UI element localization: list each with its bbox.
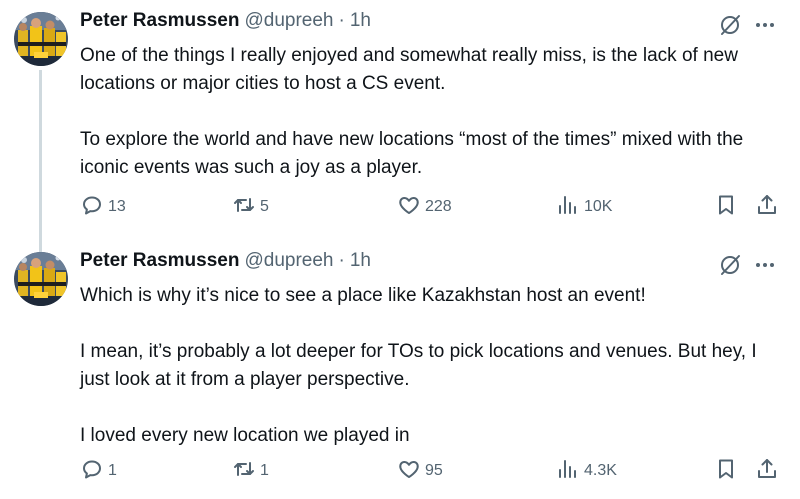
repost-count: 1	[260, 462, 269, 479]
share-icon	[755, 193, 779, 222]
bookmark-button[interactable]	[714, 456, 738, 486]
thread-line	[39, 70, 42, 252]
views-icon	[556, 193, 580, 222]
author-name[interactable]: Peter Rasmussen	[80, 250, 239, 272]
avatar[interactable]	[14, 252, 68, 306]
grok-icon[interactable]	[718, 253, 742, 277]
share-button[interactable]	[755, 456, 779, 486]
avatar[interactable]	[14, 12, 68, 66]
tweet-header: Peter Rasmussen @dupreeh · 1h	[80, 10, 371, 34]
repost-count: 5	[260, 198, 269, 215]
repost-button[interactable]: 1	[232, 456, 269, 486]
bookmark-icon	[714, 457, 738, 486]
like-count: 228	[425, 198, 452, 215]
view-count: 4.3K	[584, 462, 617, 479]
bookmark-button[interactable]	[714, 192, 738, 222]
views-button[interactable]: 10K	[556, 192, 612, 222]
header-separator: ·	[338, 250, 345, 271]
views-button[interactable]: 4.3K	[556, 456, 617, 486]
repost-icon	[232, 457, 256, 486]
reply-button[interactable]: 13	[80, 192, 126, 222]
more-icon[interactable]	[752, 14, 778, 36]
bookmark-icon	[714, 193, 738, 222]
repost-icon	[232, 193, 256, 222]
timestamp[interactable]: 1h	[350, 250, 371, 272]
reply-icon	[80, 457, 104, 486]
tweet-text: One of the things I really enjoyed and s…	[80, 45, 744, 178]
heart-icon	[397, 193, 421, 222]
reply-count: 1	[108, 462, 117, 479]
author-handle[interactable]: @dupreeh	[244, 250, 333, 272]
views-icon	[556, 457, 580, 486]
author-name[interactable]: Peter Rasmussen	[80, 10, 239, 32]
tweet-text: Which is why it’s nice to see a place li…	[80, 285, 757, 446]
share-icon	[755, 457, 779, 486]
heart-icon	[397, 457, 421, 486]
view-count: 10K	[584, 198, 613, 215]
action-bar: 1 1 95 4.3K	[0, 456, 800, 486]
header-separator: ·	[338, 10, 345, 31]
tweet[interactable]: Peter Rasmussen @dupreeh · 1h Which is w…	[0, 240, 800, 499]
share-button[interactable]	[755, 192, 779, 222]
action-bar: 13 5 228 10K	[0, 192, 800, 222]
like-button[interactable]: 228	[397, 192, 452, 222]
more-icon[interactable]	[752, 254, 778, 276]
author-handle[interactable]: @dupreeh	[244, 10, 333, 32]
tweet-header: Peter Rasmussen @dupreeh · 1h	[80, 250, 371, 274]
repost-button[interactable]: 5	[232, 192, 269, 222]
timestamp[interactable]: 1h	[350, 10, 371, 32]
reply-icon	[80, 193, 104, 222]
like-count: 95	[425, 462, 443, 479]
like-button[interactable]: 95	[397, 456, 443, 486]
reply-count: 13	[108, 198, 126, 215]
grok-icon[interactable]	[718, 13, 742, 37]
reply-button[interactable]: 1	[80, 456, 117, 486]
tweet[interactable]: Peter Rasmussen @dupreeh · 1h One of the…	[0, 0, 800, 252]
